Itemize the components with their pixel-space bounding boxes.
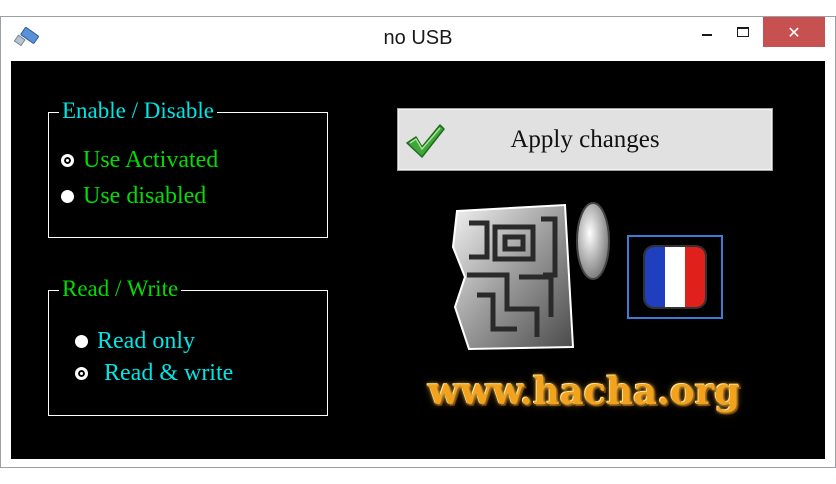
read-write-legend: Read / Write xyxy=(59,276,182,302)
checkmark-icon xyxy=(406,124,445,158)
radio-button-checked[interactable] xyxy=(75,367,88,380)
hacha-emblem-icon xyxy=(451,202,610,351)
language-button[interactable] xyxy=(627,235,723,319)
read-only-radio[interactable]: Read only xyxy=(75,328,195,355)
maximize-icon xyxy=(737,27,749,37)
maximize-button[interactable] xyxy=(725,17,761,47)
close-icon: ✕ xyxy=(787,22,801,42)
france-flag-icon xyxy=(645,247,705,307)
minimize-button[interactable] xyxy=(689,17,725,47)
website-link[interactable]: www.hacha.org xyxy=(415,366,753,416)
use-activated-label: Use Activated xyxy=(83,147,219,173)
use-activated-radio[interactable]: Use Activated xyxy=(61,147,218,174)
close-button[interactable]: ✕ xyxy=(763,17,825,47)
read-write-group: Read / Write Read only Read & write xyxy=(48,276,328,416)
radio-button-checked[interactable] xyxy=(61,154,74,167)
radio-button[interactable] xyxy=(75,335,88,348)
read-write-radio[interactable]: Read & write xyxy=(75,360,233,387)
client-area: Enable / Disable Use Activated Use disab… xyxy=(11,61,825,459)
enable-disable-legend: Enable / Disable xyxy=(59,98,218,124)
app-window: no USB ✕ Enable / Disable Use Activated … xyxy=(0,16,836,468)
apply-changes-button[interactable]: Apply changes xyxy=(397,108,773,171)
apply-changes-label: Apply changes xyxy=(510,125,660,153)
enable-disable-group: Enable / Disable Use Activated Use disab… xyxy=(48,98,328,238)
use-disabled-radio[interactable]: Use disabled xyxy=(61,183,206,210)
radio-button[interactable] xyxy=(61,190,74,203)
minimize-icon xyxy=(702,34,712,36)
read-only-label: Read only xyxy=(97,328,195,354)
title-bar[interactable]: no USB ✕ xyxy=(1,17,835,61)
use-disabled-label: Use disabled xyxy=(83,183,207,209)
read-write-label: Read & write xyxy=(104,360,234,386)
